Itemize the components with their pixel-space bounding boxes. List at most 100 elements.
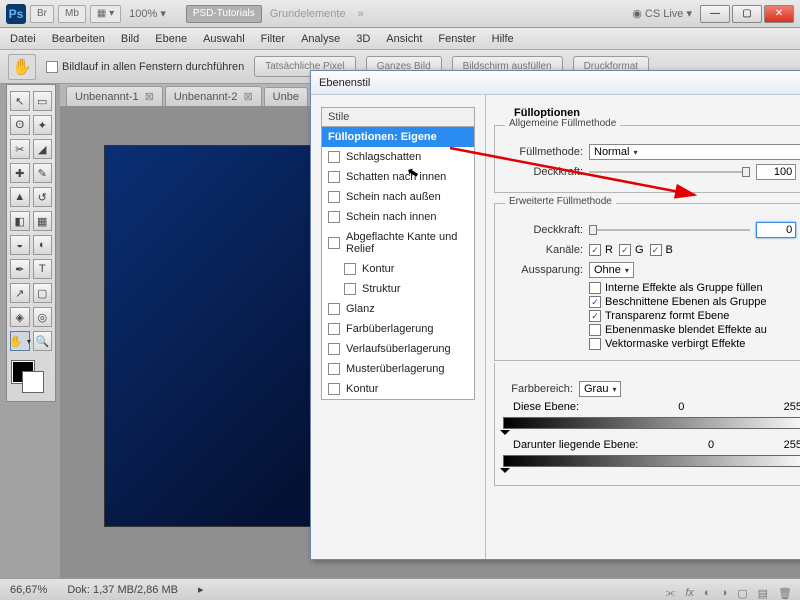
blendif-label: Farbbereich: — [503, 383, 573, 395]
window-minimize[interactable]: — — [700, 5, 730, 23]
newlayer-icon[interactable]: ▤ — [758, 587, 768, 600]
close-icon[interactable]: ⊠ — [243, 90, 252, 103]
fx-icon[interactable]: fx — [685, 587, 694, 600]
knockout-select[interactable]: Ohne — [589, 262, 634, 278]
tab-doc-3[interactable]: Unbe — [264, 87, 308, 106]
opt-vector-mask-hides[interactable]: Vektormaske verbirgt Effekte — [589, 338, 800, 350]
tool-zoom[interactable]: 🔍 — [33, 331, 52, 351]
bridge-btn[interactable]: Br — [30, 5, 54, 23]
tab-doc-1[interactable]: Unbenannt-1 ⊠ — [66, 86, 163, 106]
styles-header[interactable]: Stile — [322, 108, 474, 127]
trash-icon[interactable]: 🗑 — [778, 587, 792, 600]
style-satin[interactable]: Glanz — [322, 299, 474, 319]
opacity-slider[interactable] — [589, 169, 750, 175]
fill-opacity-input[interactable]: 0 — [756, 222, 796, 238]
style-bevel-contour[interactable]: Kontur — [322, 259, 474, 279]
under-layer-gradient[interactable] — [503, 455, 800, 467]
tool-3d[interactable]: ◈ — [10, 307, 30, 327]
tool-gradient[interactable]: ▦ — [33, 211, 53, 231]
channel-b[interactable]: B — [650, 244, 673, 256]
opacity-input[interactable]: 100 — [756, 164, 796, 180]
title-zoom[interactable]: 100% ▾ — [125, 7, 170, 20]
blend-mode-select[interactable]: Normal — [589, 144, 800, 160]
tool-marquee[interactable]: ▭ — [33, 91, 53, 111]
menu-datei[interactable]: Datei — [10, 33, 36, 45]
this-layer-label: Diese Ebene: — [513, 401, 579, 413]
channel-r[interactable]: R — [589, 244, 613, 256]
menu-analyse[interactable]: Analyse — [301, 33, 340, 45]
background-swatch[interactable] — [22, 371, 44, 393]
advanced-blend-group: Erweiterte Füllmethode Deckkraft: 0% Kan… — [494, 203, 800, 361]
window-close[interactable]: ✕ — [764, 5, 794, 23]
tool-hand[interactable]: ✋ — [10, 331, 30, 351]
menu-auswahl[interactable]: Auswahl — [203, 33, 245, 45]
current-tool-icon[interactable]: ✋ — [8, 54, 36, 80]
style-inner-glow[interactable]: Schein nach innen — [322, 207, 474, 227]
folder-icon[interactable]: ▢ — [737, 587, 747, 600]
menu-3d[interactable]: 3D — [356, 33, 370, 45]
menu-fenster[interactable]: Fenster — [438, 33, 475, 45]
opt-layer-mask-hides[interactable]: Ebenenmaske blendet Effekte au — [589, 324, 800, 336]
layout-menu[interactable]: ▦ ▾ — [90, 5, 121, 23]
workspace-grundelemente[interactable]: Grundelemente — [266, 8, 350, 20]
style-gradient-overlay[interactable]: Verlaufsüberlagerung — [322, 339, 474, 359]
tool-wand[interactable]: ✦ — [33, 115, 53, 135]
workspace-more-icon[interactable]: » — [354, 8, 368, 20]
menu-ebene[interactable]: Ebene — [155, 33, 187, 45]
menu-ansicht[interactable]: Ansicht — [386, 33, 422, 45]
channel-g[interactable]: G — [619, 244, 644, 256]
tab-doc-2[interactable]: Unbenannt-2 ⊠ — [165, 86, 262, 106]
opt-internal-effects[interactable]: Interne Effekte als Gruppe füllen — [589, 282, 800, 294]
minibridge-btn[interactable]: Mb — [58, 5, 86, 23]
tool-lasso[interactable]: ʘ — [10, 115, 30, 135]
tool-history[interactable]: ↺ — [33, 187, 53, 207]
tool-eyedropper[interactable]: ◢ — [33, 139, 53, 159]
style-blend-options[interactable]: Fülloptionen: Eigene — [322, 127, 474, 147]
tool-crop[interactable]: ✂ — [10, 139, 30, 159]
tool-pen[interactable]: ✒ — [10, 259, 30, 279]
style-color-overlay[interactable]: Farbüberlagerung — [322, 319, 474, 339]
style-outer-glow[interactable]: Schein nach außen — [322, 187, 474, 207]
mask-icon[interactable]: ◐ — [704, 587, 711, 600]
scroll-all-windows[interactable]: Bildlauf in allen Fenstern durchführen — [46, 61, 244, 73]
opt-clipped-layers[interactable]: Beschnittene Ebenen als Gruppe — [589, 296, 800, 308]
this-layer-gradient[interactable] — [503, 417, 800, 429]
style-drop-shadow[interactable]: Schlagschatten — [322, 147, 474, 167]
close-icon[interactable]: ⊠ — [145, 90, 154, 103]
tool-eraser[interactable]: ◧ — [10, 211, 30, 231]
tool-path[interactable]: ↗ — [10, 283, 30, 303]
blendif-select[interactable]: Grau — [579, 381, 621, 397]
dialog-title: Ebenenstil — [311, 71, 800, 95]
menu-hilfe[interactable]: Hilfe — [492, 33, 514, 45]
tool-blur[interactable]: ◒ — [10, 235, 30, 255]
workspace-tutorials[interactable]: PSD-Tutorials — [186, 5, 262, 23]
menu-bild[interactable]: Bild — [121, 33, 139, 45]
opt-transparency-shapes[interactable]: Transparenz formt Ebene — [589, 310, 800, 322]
under-layer-min: 0 — [708, 439, 714, 451]
style-bevel-texture[interactable]: Struktur — [322, 279, 474, 299]
this-layer-min: 0 — [678, 401, 684, 413]
window-maximize[interactable]: ▢ — [732, 5, 762, 23]
link-icon[interactable]: ⫘ — [665, 587, 675, 600]
tool-type[interactable]: T — [33, 259, 53, 279]
adjustment-icon[interactable]: ◑ — [721, 587, 728, 600]
fill-opacity-slider[interactable] — [589, 227, 750, 233]
style-pattern-overlay[interactable]: Musterüberlagerung — [322, 359, 474, 379]
status-zoom[interactable]: 66,67% — [10, 584, 47, 596]
tool-stamp[interactable]: ▲ — [10, 187, 30, 207]
document-canvas[interactable] — [105, 146, 315, 526]
style-inner-shadow[interactable]: Schatten nach innen — [322, 167, 474, 187]
tool-shape[interactable]: ▢ — [33, 283, 53, 303]
cs-live[interactable]: ◉ CS Live ▾ — [628, 7, 696, 20]
tool-3dcam[interactable]: ◎ — [33, 307, 53, 327]
style-stroke[interactable]: Kontur — [322, 379, 474, 399]
tool-heal[interactable]: ✚ — [10, 163, 30, 183]
tool-move[interactable]: ↖ — [10, 91, 30, 111]
color-swatches[interactable] — [10, 361, 52, 395]
tool-brush[interactable]: ✎ — [33, 163, 53, 183]
menu-bearbeiten[interactable]: Bearbeiten — [52, 33, 105, 45]
tool-dodge[interactable]: ◐ — [33, 235, 53, 255]
menu-filter[interactable]: Filter — [261, 33, 285, 45]
style-bevel[interactable]: Abgeflachte Kante und Relief — [322, 227, 474, 259]
status-docsize[interactable]: Dok: 1,37 MB/2,86 MB — [67, 584, 178, 596]
